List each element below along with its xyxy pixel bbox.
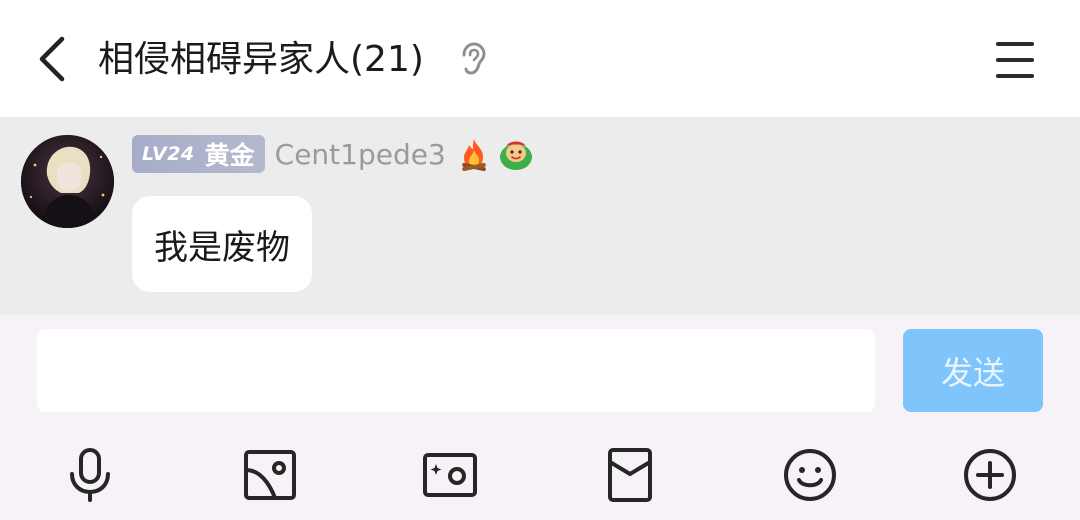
red-packet-icon: [608, 448, 652, 502]
message-sender-row: LV24 黄金 Cent1pede3: [132, 134, 534, 174]
face-mask-icon: [499, 141, 532, 170]
chat-messages: LV24 黄金 Cent1pede3 我是废物: [0, 117, 1080, 315]
red-packet-button[interactable]: [595, 440, 665, 510]
emoji-button[interactable]: [775, 440, 845, 510]
fire-icon: [462, 139, 486, 172]
voice-button[interactable]: [55, 440, 125, 510]
menu-icon: [996, 42, 1034, 78]
message-input[interactable]: [37, 329, 875, 412]
image-button[interactable]: [235, 440, 305, 510]
avatar[interactable]: [21, 135, 114, 228]
composer: 发送: [0, 315, 1080, 520]
plus-icon: [964, 449, 1016, 501]
rank-text: 黄金: [204, 141, 255, 170]
chat-header: 相侵相碍异家人(21): [0, 0, 1080, 117]
more-button[interactable]: [955, 440, 1025, 510]
username[interactable]: Cent1pede3: [275, 138, 446, 171]
page-title: 相侵相碍异家人(21): [98, 39, 424, 80]
message-bubble[interactable]: 我是废物: [132, 196, 312, 292]
back-button[interactable]: [30, 32, 74, 86]
composer-toolbar: [0, 440, 1080, 510]
menu-button[interactable]: [990, 38, 1040, 82]
microphone-icon: [70, 448, 110, 502]
camera-icon: [423, 453, 477, 497]
emoji-icon: [784, 449, 836, 501]
chevron-left-icon: [39, 36, 65, 82]
avatar-image: [21, 135, 114, 228]
image-icon: [244, 450, 296, 500]
ear-icon[interactable]: [458, 41, 488, 77]
level-badge: LV24 黄金: [132, 135, 265, 173]
camera-button[interactable]: [415, 440, 485, 510]
send-button[interactable]: 发送: [903, 329, 1043, 412]
level-text: LV24: [142, 143, 195, 165]
